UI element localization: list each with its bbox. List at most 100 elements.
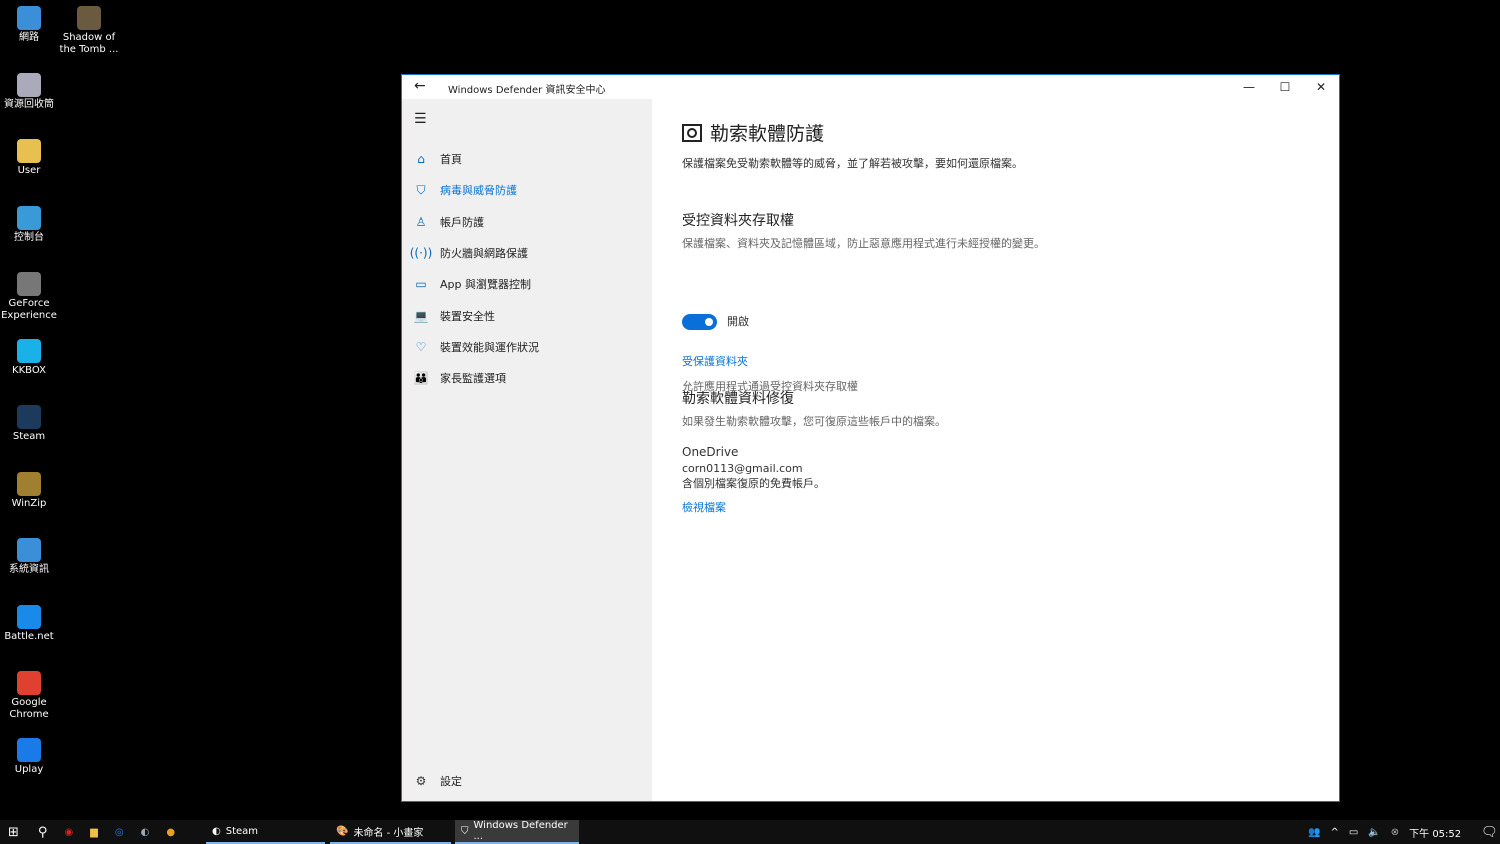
app-icon	[17, 272, 41, 296]
device-security-icon: 💻	[413, 308, 429, 323]
page-title: 勒索軟體防護	[682, 119, 824, 146]
desktop-icon-label: WinZip	[11, 497, 47, 509]
desktop-icon-label: Uplay	[14, 763, 44, 775]
desktop-icon-label: Shadow of the Tomb ...	[59, 32, 119, 55]
desktop-icon-label: 控制台	[14, 231, 44, 243]
steam-icon[interactable]: ◐	[141, 827, 150, 838]
sidebar-item-firewall[interactable]: ((·)) 防火牆與網路保護	[402, 239, 652, 267]
desktop-icon[interactable]: Battle.net	[0, 604, 64, 643]
account-icon: ♙	[415, 214, 427, 229]
sidebar-item-label: 家長監護選項	[440, 372, 506, 386]
action-center-icon[interactable]: 🗨	[1481, 825, 1498, 840]
minimize-button[interactable]: —	[1231, 75, 1267, 99]
app-icon	[17, 205, 41, 230]
app-icon	[77, 6, 101, 30]
sidebar-item-family[interactable]: 👪 家長監護選項	[402, 364, 652, 392]
people-icon[interactable]: 👥	[1308, 827, 1320, 838]
account-description: 含個別檔案復原的免費帳戶。	[682, 477, 825, 490]
desktop-icon[interactable]: Uplay	[0, 737, 64, 776]
ransomware-icon	[682, 123, 702, 142]
sidebar-item-home[interactable]: ⌂ 首頁	[402, 145, 652, 173]
desktop-icon-label: 系統資訊	[9, 564, 49, 575]
maximize-button[interactable]: ☐	[1267, 75, 1303, 99]
defender-window: ← Windows Defender 資訊安全中心 — ☐ ✕ ☰ ⌂ 首頁 ⛉ 病毒…	[401, 74, 1340, 802]
app-icon-red[interactable]: ◉	[64, 827, 73, 838]
chevron-up-icon[interactable]: ^	[1330, 827, 1338, 838]
task-label: 未命名 - 小畫家	[353, 827, 424, 839]
desktop-icon-label: User	[17, 165, 41, 176]
sidebar-item-label: 帳戶防護	[440, 215, 484, 229]
firewall-icon: ((·))	[409, 245, 433, 260]
cfa-description: 保護檔案、資料夾及記憶體區域，防止惡意應用程式進行未經授權的變更。	[682, 237, 1045, 250]
sidebar-item-account[interactable]: ♙ 帳戶防護	[402, 208, 652, 236]
desktop-icon[interactable]: KKBOX	[0, 338, 64, 377]
sidebar-item-label: App 與瀏覽器控制	[440, 278, 531, 292]
desktop-icon[interactable]: Google Chrome	[0, 671, 64, 721]
family-icon: 👪	[413, 371, 429, 386]
app-icon	[17, 671, 41, 695]
close-button[interactable]: ✕	[1303, 75, 1339, 99]
home-icon: ⌂	[417, 152, 425, 166]
app-icon	[17, 737, 41, 762]
hamburger-menu-icon[interactable]: ☰	[414, 111, 427, 127]
app-icon	[17, 139, 41, 163]
sidebar-item-settings[interactable]: ⚙ 設定	[402, 767, 652, 795]
clock[interactable]: 下午 05:52	[1409, 825, 1461, 840]
sidebar-item-device-health[interactable]: ♡ 裝置效能與運作狀況	[402, 333, 652, 361]
sidebar-item-device-security[interactable]: 💻 裝置安全性	[402, 302, 652, 330]
shield-icon: ⛉	[461, 825, 469, 837]
desktop-icon[interactable]: GeForce Experience	[0, 272, 64, 322]
gear-icon: ⚙	[415, 774, 427, 788]
desktop-icon-label: GeForce Experience	[1, 298, 57, 321]
desktop-icon-label: Steam	[12, 431, 46, 442]
search-icon[interactable]: ⚲	[38, 825, 48, 840]
steam-icon: ◐	[212, 825, 221, 837]
network-icon[interactable]: ▭	[1349, 827, 1358, 838]
desktop-icon-label: Google Chrome	[9, 697, 49, 720]
chrome-icon[interactable]: ●	[166, 827, 175, 838]
view-files-link[interactable]: 檢視檔案	[682, 500, 726, 515]
desktop-icon[interactable]: 資源回收筒	[0, 72, 64, 111]
app-icon	[17, 72, 41, 97]
sidebar-item-app-browser[interactable]: ▭ App 與瀏覽器控制	[402, 270, 652, 298]
cfa-toggle[interactable]	[682, 314, 717, 330]
device-health-icon: ♡	[415, 339, 427, 354]
desktop-icon[interactable]: WinZip	[0, 471, 64, 510]
protected-folders-link[interactable]: 受保護資料夾	[682, 354, 748, 369]
app-icon	[17, 6, 41, 30]
recovery-heading: 勒索軟體資料修復	[682, 391, 794, 407]
sidebar-item-label: 裝置安全性	[440, 309, 495, 323]
main-content: 勒索軟體防護 保護檔案免受勒索軟體等的威脅，並了解若被攻擊，要如何還原檔案。 受…	[652, 99, 1339, 801]
task-defender[interactable]: ⛉ Windows Defender ...	[455, 820, 579, 844]
sidebar-item-label: 首頁	[440, 153, 462, 166]
task-paint[interactable]: 🎨 未命名 - 小畫家	[330, 820, 451, 844]
file-explorer-icon[interactable]: ▆	[90, 827, 98, 838]
desktop-icon[interactable]: Steam	[0, 405, 64, 443]
window-title: Windows Defender 資訊安全中心	[448, 85, 606, 96]
back-button[interactable]: ←	[414, 78, 426, 94]
task-label: Steam	[225, 825, 259, 837]
title-bar: ← Windows Defender 資訊安全中心 — ☐ ✕	[402, 75, 1339, 99]
sidebar-item-virus-protection[interactable]: ⛉ 病毒與威脅防護	[402, 176, 652, 204]
desktop-icon[interactable]: 系統資訊	[0, 538, 64, 576]
toggle-label: 開啟	[727, 315, 749, 328]
sidebar: ☰ ⌂ 首頁 ⛉ 病毒與威脅防護 ♙ 帳戶防護 ((·)) 防火牆與網路保護 ▭ App 與瀏覽器…	[402, 99, 652, 801]
page-title-text: 勒索軟體防護	[710, 123, 825, 145]
app-icon	[17, 338, 41, 363]
account-email: corn0113@gmail.com	[682, 462, 803, 475]
desktop-icon[interactable]: 控制台	[0, 205, 64, 244]
app-browser-icon: ▭	[415, 277, 427, 292]
desktop-icon[interactable]: User	[0, 139, 64, 177]
desktop-icon-label: Battle.net	[4, 630, 54, 642]
sidebar-item-label: 病毒與威脅防護	[440, 184, 517, 198]
tray-app-icon[interactable]: ⊗	[1391, 827, 1399, 838]
task-steam[interactable]: ◐ Steam	[206, 820, 325, 844]
browser-icon[interactable]: ◎	[115, 827, 124, 838]
taskbar: ⊞ ⚲ ◉ ▆ ◎ ◐ ● ◐ Steam 🎨 未命名 - 小畫家 ⛉ Windows…	[0, 820, 1500, 844]
app-icon	[17, 538, 41, 562]
desktop-icon-label: 資源回收筒	[4, 98, 54, 110]
volume-icon[interactable]: 🔈	[1368, 827, 1380, 838]
cfa-heading: 受控資料夾存取權	[682, 213, 794, 229]
start-button[interactable]: ⊞	[8, 825, 19, 840]
desktop-icon[interactable]: Shadow of the Tomb ...	[54, 6, 124, 56]
